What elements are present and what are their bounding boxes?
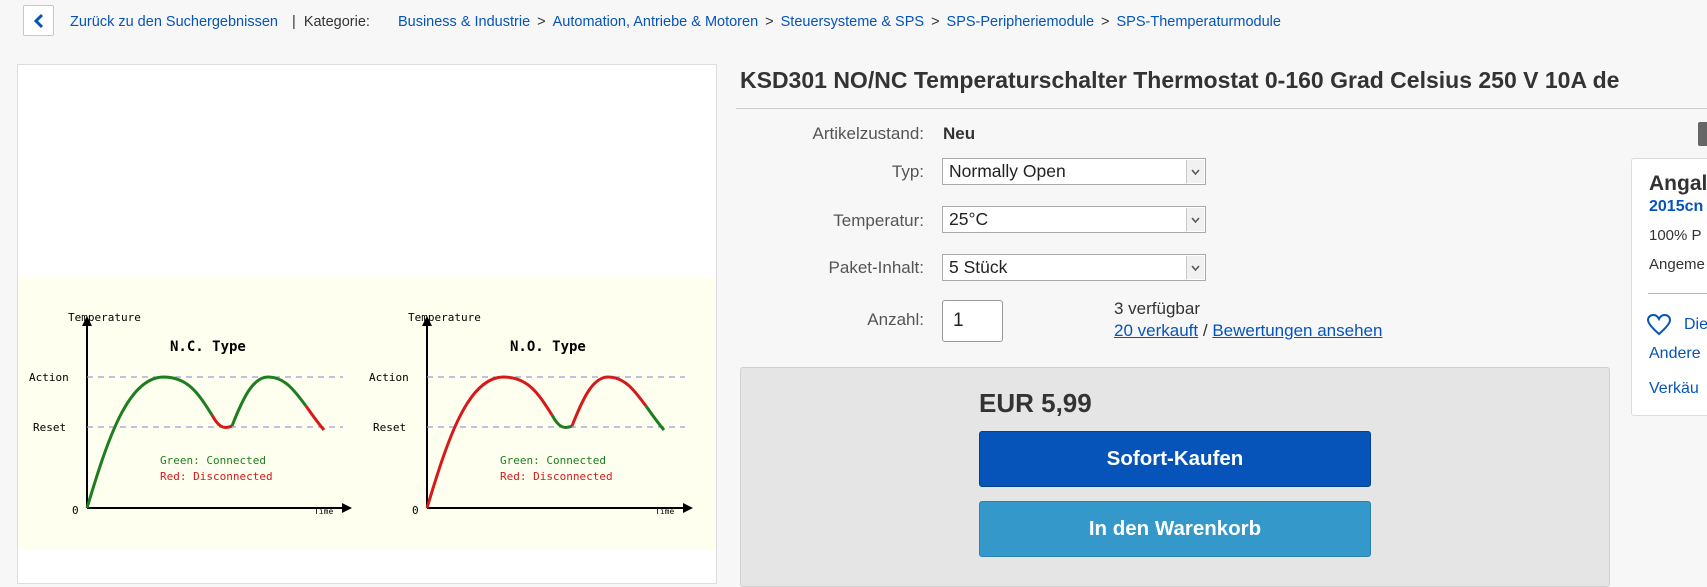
seller-divider — [1648, 293, 1707, 294]
contact-seller-link[interactable]: Verkäu — [1649, 380, 1699, 398]
chevron-down-icon — [1186, 208, 1204, 231]
back-to-results-link[interactable]: Zurück zu den Suchergebnissen — [70, 14, 278, 30]
product-title: KSD301 NO/NC Temperaturschalter Thermost… — [740, 67, 1620, 93]
other-items-link[interactable]: Andere — [1649, 345, 1701, 363]
breadcrumb-separator: > — [1101, 14, 1110, 30]
breadcrumb-item[interactable]: SPS-Peripheriemodule — [947, 14, 1095, 30]
nc-origin-label: 0 — [72, 504, 79, 517]
title-divider — [736, 108, 1707, 109]
nc-reset-label: Reset — [33, 421, 66, 434]
breadcrumb-separator: > — [765, 14, 774, 30]
back-button[interactable] — [23, 5, 54, 36]
seller-card: Angal 2015cn 100% P Angeme Die Andere Ve… — [1631, 158, 1707, 416]
breadcrumb-item[interactable]: Automation, Antriebe & Motoren — [553, 14, 759, 30]
breadcrumb: Zurück zu den Suchergebnissen | Kategori… — [70, 12, 1281, 32]
nc-type-label: N.C. Type — [170, 339, 246, 355]
no-green-legend: Green: Connected — [500, 454, 606, 467]
no-reset-label: Reset — [373, 421, 406, 434]
category-label: Kategorie: — [303, 14, 370, 30]
breadcrumb-item[interactable]: Business & Industrie — [398, 14, 530, 30]
no-y-axis-label: Temperature — [408, 311, 481, 324]
nc-red-legend: Red: Disconnected — [160, 470, 273, 483]
paket-inhalt-label: Paket-Inhalt: — [828, 258, 924, 277]
nc-action-label: Action — [29, 371, 69, 384]
breadcrumb-divider: | — [292, 14, 296, 30]
paket-inhalt-select[interactable]: 5 Stück — [942, 254, 1206, 281]
paket-inhalt-selected-value: 5 Stück — [949, 257, 1008, 277]
typ-select[interactable]: Normally Open — [942, 158, 1206, 185]
seller-name-link[interactable]: 2015cn — [1649, 198, 1703, 216]
reviews-link[interactable]: Bewertungen ansehen — [1212, 321, 1382, 340]
nc-y-axis-label: Temperature — [68, 311, 141, 324]
chevron-down-icon — [1186, 256, 1204, 279]
sold-link[interactable]: 20 verkauft — [1114, 321, 1198, 340]
temperatur-label: Temperatur: — [833, 211, 924, 230]
close-icon[interactable] — [1698, 122, 1707, 146]
price: EUR 5,99 — [979, 388, 1092, 418]
chevron-left-icon — [33, 13, 43, 28]
no-time-label: Time — [655, 507, 674, 516]
temperatur-select[interactable]: 25°C — [942, 206, 1206, 233]
add-to-cart-button[interactable]: In den Warenkorb — [979, 501, 1371, 557]
breadcrumb-item[interactable]: Steuersysteme & SPS — [781, 14, 924, 30]
no-type-label: N.O. Type — [510, 339, 586, 355]
sold-reviews: 20 verkauft / Bewertungen ansehen — [1114, 321, 1382, 341]
nc-green-legend: Green: Connected — [160, 454, 266, 467]
no-diagram: Temperature N.O. Type Action Reset Green… — [369, 311, 693, 517]
typ-selected-value: Normally Open — [949, 161, 1066, 181]
product-image-panel[interactable]: Temperature N.C. Type Action Reset Green… — [17, 64, 717, 584]
nc-time-label: Time — [314, 507, 333, 516]
seller-member-since: Angeme — [1649, 256, 1705, 273]
no-origin-label: 0 — [412, 504, 419, 517]
anzahl-label: Anzahl: — [867, 310, 924, 329]
save-seller-link[interactable]: Die — [1684, 316, 1707, 334]
no-red-legend: Red: Disconnected — [500, 470, 613, 483]
availability-text: 3 verfügbar — [1114, 299, 1200, 318]
no-action-label: Action — [369, 371, 409, 384]
slash-separator: / — [1202, 321, 1208, 340]
seller-heading: Angal — [1649, 172, 1707, 195]
heart-icon[interactable] — [1646, 313, 1672, 341]
typ-label: Typ: — [891, 162, 924, 181]
condition-label: Artikelzustand: — [812, 124, 925, 143]
breadcrumb-separator: > — [931, 14, 940, 30]
breadcrumb-item[interactable]: SPS-Themperaturmodule — [1117, 14, 1281, 30]
chevron-down-icon — [1186, 160, 1204, 183]
nc-diagram: Temperature N.C. Type Action Reset Green… — [29, 311, 352, 517]
condition-value: Neu — [943, 124, 976, 143]
temperatur-selected-value: 25°C — [949, 209, 989, 229]
breadcrumb-separator: > — [537, 14, 546, 30]
quantity-input[interactable]: 1 — [942, 300, 1003, 342]
product-image: Temperature N.C. Type Action Reset Green… — [18, 278, 716, 550]
buy-now-button[interactable]: Sofort-Kaufen — [979, 431, 1371, 487]
seller-positive-rating: 100% P — [1649, 227, 1702, 244]
